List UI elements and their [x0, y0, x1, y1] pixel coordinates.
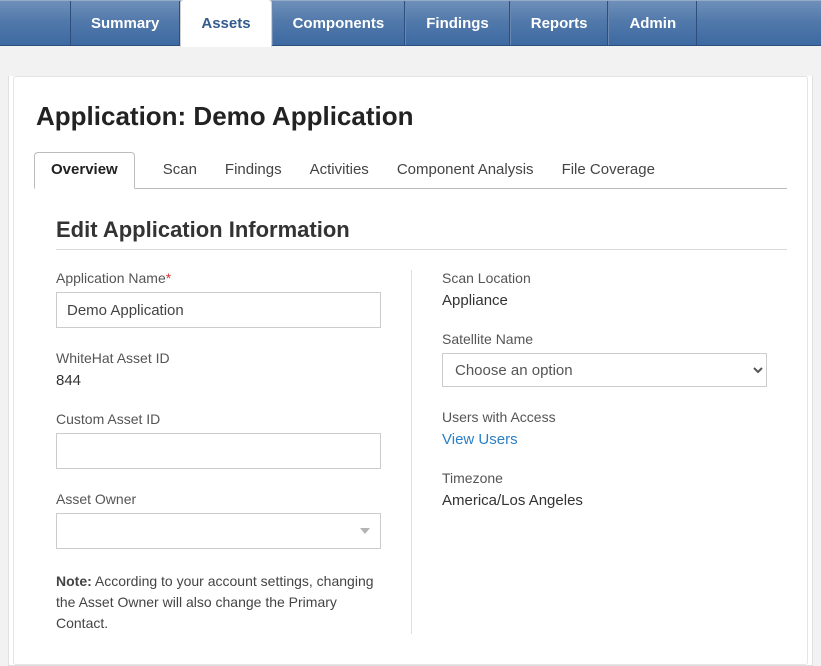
- tab-component-analysis[interactable]: Component Analysis: [397, 153, 534, 188]
- subtabs: Overview Scan Findings Activities Compon…: [34, 152, 787, 189]
- app-name-label-text: Application Name: [56, 270, 166, 286]
- page-title: Application: Demo Application: [36, 101, 787, 132]
- caret-down-icon: [360, 528, 370, 534]
- tab-overview[interactable]: Overview: [34, 152, 135, 189]
- asset-id-value: 844: [56, 372, 381, 389]
- column-left: Application Name* WhiteHat Asset ID 844 …: [56, 270, 412, 634]
- nav-reports[interactable]: Reports: [510, 1, 609, 45]
- field-timezone: Timezone America/Los Angeles: [442, 470, 767, 509]
- nav-findings[interactable]: Findings: [405, 1, 510, 45]
- note-body: According to your account settings, chan…: [56, 573, 374, 631]
- form-columns: Application Name* WhiteHat Asset ID 844 …: [56, 270, 787, 634]
- tab-findings[interactable]: Findings: [225, 153, 282, 188]
- timezone-label: Timezone: [442, 470, 767, 486]
- required-marker: *: [166, 270, 171, 286]
- tab-scan[interactable]: Scan: [163, 153, 197, 188]
- timezone-value: America/Los Angeles: [442, 492, 767, 509]
- field-application-name: Application Name*: [56, 270, 381, 328]
- section-divider: [56, 249, 787, 250]
- section-title: Edit Application Information: [56, 217, 787, 243]
- asset-owner-note: Note: According to your account settings…: [56, 571, 381, 634]
- field-users-with-access: Users with Access View Users: [442, 409, 767, 448]
- asset-owner-label: Asset Owner: [56, 491, 381, 507]
- tab-activities[interactable]: Activities: [310, 153, 369, 188]
- app-name-input[interactable]: [56, 292, 381, 328]
- field-asset-owner: Asset Owner: [56, 491, 381, 549]
- nav-components[interactable]: Components: [272, 1, 406, 45]
- main-panel: Application: Demo Application Overview S…: [13, 76, 808, 665]
- field-custom-asset-id: Custom Asset ID: [56, 411, 381, 469]
- scan-location-value: Appliance: [442, 292, 767, 309]
- note-prefix: Note:: [56, 573, 92, 589]
- column-right: Scan Location Appliance Satellite Name C…: [412, 270, 787, 634]
- asset-owner-select[interactable]: [56, 513, 381, 549]
- scan-location-label: Scan Location: [442, 270, 767, 286]
- nav-admin[interactable]: Admin: [608, 1, 697, 45]
- field-scan-location: Scan Location Appliance: [442, 270, 767, 309]
- view-users-link[interactable]: View Users: [442, 431, 518, 448]
- field-whitehat-asset-id: WhiteHat Asset ID 844: [56, 350, 381, 389]
- page-shell: Application: Demo Application Overview S…: [8, 76, 813, 666]
- app-name-label: Application Name*: [56, 270, 381, 286]
- users-label: Users with Access: [442, 409, 767, 425]
- satellite-label: Satellite Name: [442, 331, 767, 347]
- satellite-select[interactable]: Choose an option: [442, 353, 767, 387]
- custom-asset-id-label: Custom Asset ID: [56, 411, 381, 427]
- nav-assets[interactable]: Assets: [180, 0, 271, 47]
- custom-asset-id-input[interactable]: [56, 433, 381, 469]
- asset-id-label: WhiteHat Asset ID: [56, 350, 381, 366]
- nav-summary[interactable]: Summary: [70, 1, 180, 45]
- field-satellite-name: Satellite Name Choose an option: [442, 331, 767, 387]
- top-nav: Summary Assets Components Findings Repor…: [0, 0, 821, 46]
- tab-file-coverage[interactable]: File Coverage: [562, 153, 655, 188]
